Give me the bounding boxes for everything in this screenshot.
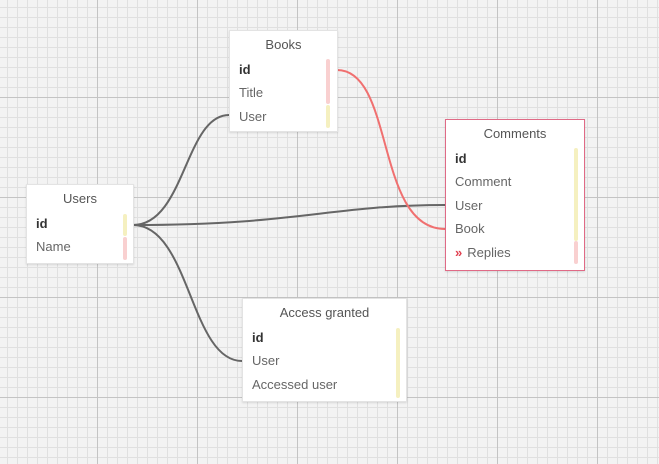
field-label: Replies bbox=[467, 244, 511, 260]
field-title[interactable]: Title bbox=[230, 81, 337, 104]
link-users-books[interactable] bbox=[132, 114, 230, 226]
field-id[interactable]: id bbox=[446, 147, 584, 170]
pk-bar bbox=[326, 59, 330, 104]
table-access-granted[interactable]: Access granted id User Accessed user bbox=[242, 298, 407, 402]
field-name[interactable]: Name bbox=[27, 235, 133, 258]
field-replies[interactable]: » Replies bbox=[446, 241, 584, 264]
table-title: Users bbox=[63, 191, 97, 206]
fk-bar bbox=[574, 148, 578, 241]
fk-bar bbox=[326, 105, 330, 128]
field-id[interactable]: id bbox=[230, 58, 337, 81]
field-id[interactable]: id bbox=[27, 212, 133, 235]
fk-bar bbox=[123, 237, 127, 260]
pk-bar bbox=[123, 214, 127, 236]
pk-bar bbox=[574, 241, 578, 264]
field-comment[interactable]: Comment bbox=[446, 170, 584, 193]
table-title: Access granted bbox=[279, 305, 370, 320]
link-books-comments[interactable] bbox=[336, 69, 446, 230]
table-comments[interactable]: Comments id Comment User Book » Replies bbox=[445, 119, 585, 271]
field-user[interactable]: User bbox=[230, 105, 337, 128]
field-id[interactable]: id bbox=[243, 326, 406, 349]
field-book[interactable]: Book bbox=[446, 217, 584, 240]
link-users-comments[interactable] bbox=[132, 204, 446, 226]
double-chevron-icon: » bbox=[455, 244, 463, 260]
link-users-access[interactable] bbox=[132, 224, 243, 362]
table-title: Comments bbox=[483, 126, 547, 141]
table-title: Books bbox=[265, 37, 302, 52]
field-user[interactable]: User bbox=[243, 349, 406, 372]
fk-bar bbox=[396, 328, 400, 398]
table-users[interactable]: Users id Name bbox=[26, 184, 134, 264]
table-books[interactable]: Books id Title User bbox=[229, 30, 338, 132]
field-user[interactable]: User bbox=[446, 194, 584, 217]
field-accessed-user[interactable]: Accessed user bbox=[243, 373, 406, 396]
